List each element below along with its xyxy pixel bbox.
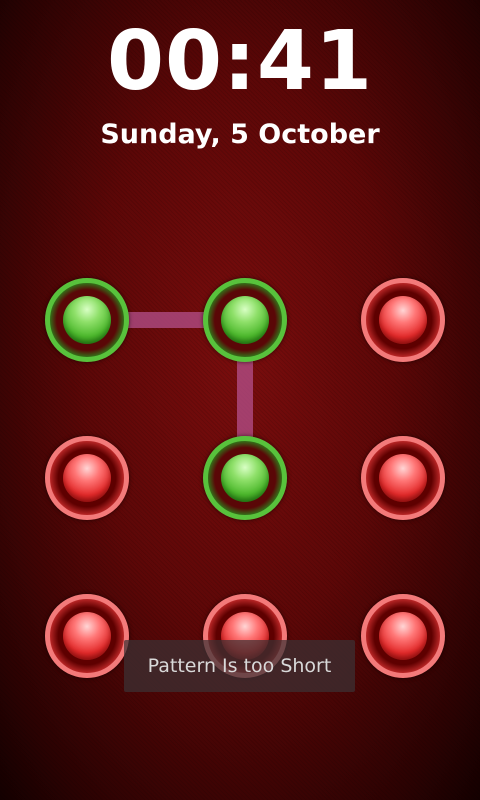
pattern-dot-center — [221, 296, 269, 344]
pattern-dot-1[interactable] — [45, 278, 129, 362]
pattern-dot-center — [379, 612, 427, 660]
lock-screen: 00:41 Sunday, 5 October Pattern Is too S… — [0, 0, 480, 800]
toast-text: Pattern Is too Short — [147, 655, 332, 677]
pattern-dot-3[interactable] — [361, 278, 445, 362]
pattern-dot-7[interactable] — [45, 594, 129, 678]
pattern-dot-2[interactable] — [203, 278, 287, 362]
pattern-dot-9[interactable] — [361, 594, 445, 678]
pattern-dot-4[interactable] — [45, 436, 129, 520]
pattern-dot-6[interactable] — [361, 436, 445, 520]
pattern-dot-center — [63, 296, 111, 344]
pattern-dot-5[interactable] — [203, 436, 287, 520]
toast-message: Pattern Is too Short — [124, 640, 355, 692]
pattern-dot-center — [63, 612, 111, 660]
pattern-dot-center — [221, 454, 269, 502]
pattern-dot-center — [63, 454, 111, 502]
pattern-dot-center — [379, 454, 427, 502]
pattern-dot-center — [379, 296, 427, 344]
